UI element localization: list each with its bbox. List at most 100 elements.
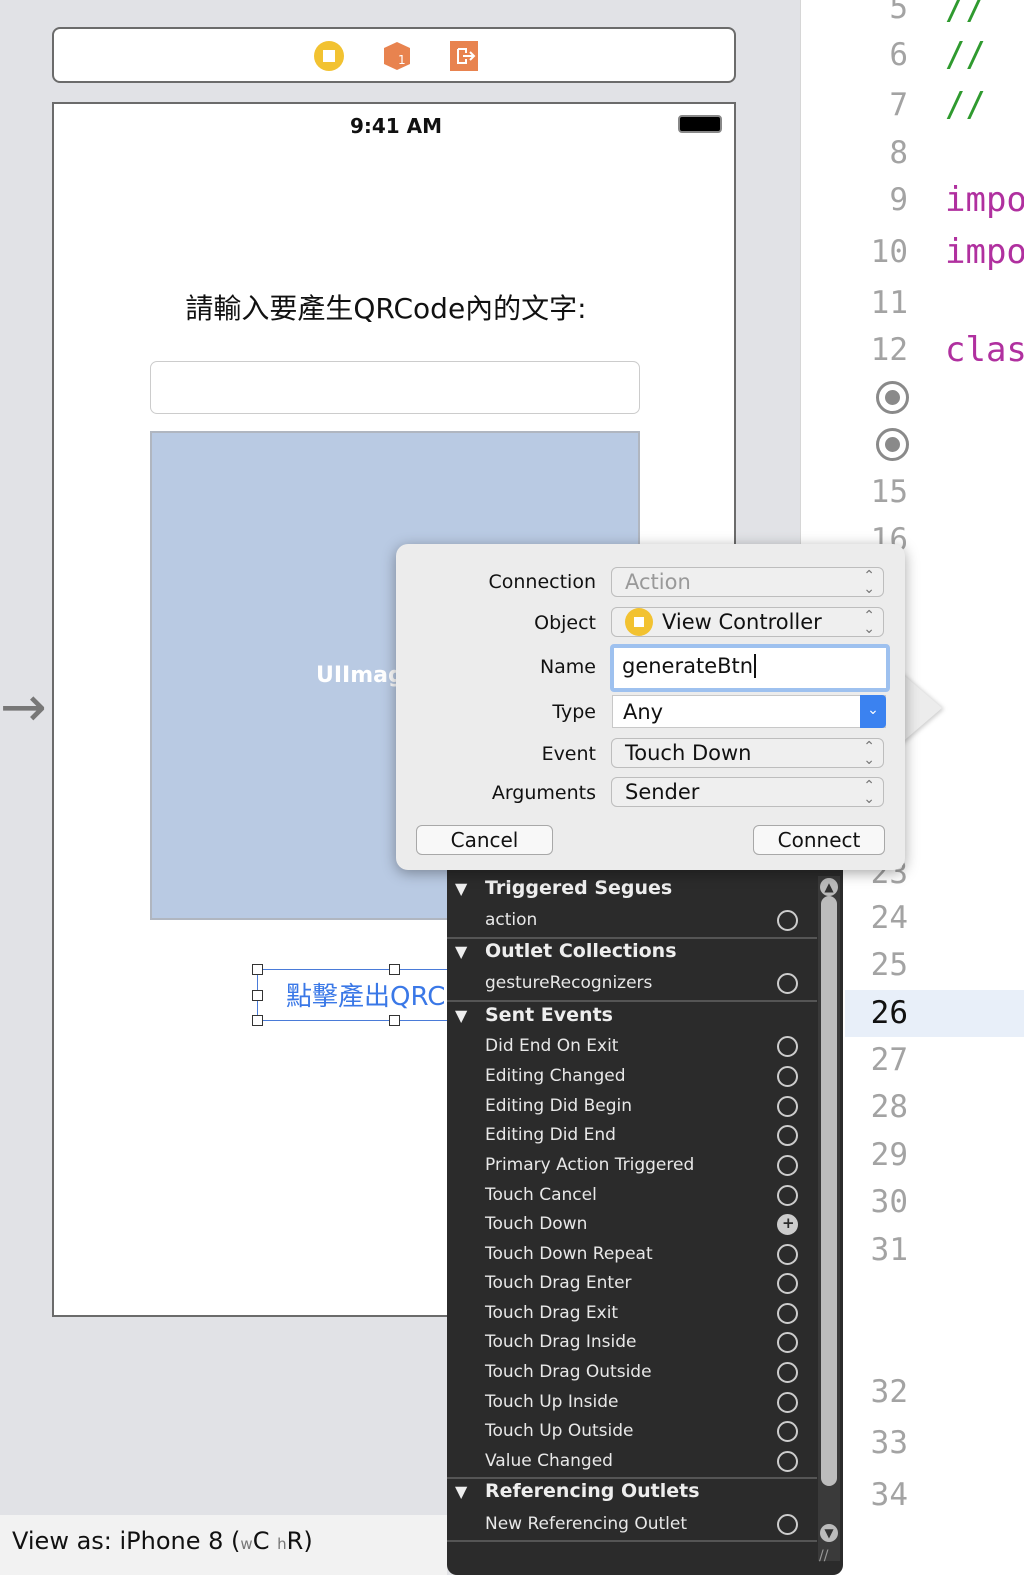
arguments-value: Sender: [625, 780, 700, 804]
hud-connection-row[interactable]: gestureRecognizers: [447, 969, 817, 998]
disclosure-triangle-icon[interactable]: ▼: [455, 1001, 467, 1030]
prompt-label[interactable]: 請輸入要產生QRCode內的文字:: [54, 287, 718, 327]
name-value: generateBtn: [622, 654, 754, 678]
hud-row-label: New Referencing Outlet: [485, 1514, 687, 1534]
connection-circle-icon[interactable]: [777, 1362, 798, 1383]
height-class: R: [286, 1527, 304, 1555]
type-combobox[interactable]: Any ⌄: [612, 695, 886, 728]
hud-connection-row[interactable]: Touch Down: [447, 1209, 817, 1239]
hud-connection-row[interactable]: Editing Did End: [447, 1121, 817, 1150]
resize-handle[interactable]: [252, 964, 263, 975]
connected-circle-icon[interactable]: [777, 1209, 798, 1238]
connection-circle-icon[interactable]: [777, 1392, 798, 1413]
hud-connection-row[interactable]: Editing Did Begin: [447, 1092, 817, 1121]
scroll-up-arrow-icon[interactable]: ▲: [820, 878, 838, 896]
hud-section-header[interactable]: ▼ Referencing Outlets: [447, 1477, 817, 1506]
connection-circle-icon[interactable]: [777, 1096, 798, 1117]
hud-scrollbar[interactable]: ▲ ▼: [818, 876, 840, 1561]
connection-circle-icon[interactable]: [777, 910, 798, 931]
connection-circle-icon[interactable]: [777, 1066, 798, 1087]
hud-connection-row[interactable]: Touch Up Outside: [447, 1417, 817, 1446]
hud-connection-row[interactable]: Touch Drag Inside: [447, 1328, 817, 1357]
view-controller-icon[interactable]: [313, 40, 345, 72]
cancel-button[interactable]: Cancel: [416, 825, 553, 855]
outlet-connected-icon[interactable]: [876, 428, 909, 461]
view-as-bar[interactable]: View as: iPhone 8 (wC hR): [0, 1515, 447, 1575]
hud-connection-row[interactable]: Touch Drag Enter: [447, 1269, 817, 1298]
hud-connection-row[interactable]: Touch Up Inside: [447, 1388, 817, 1417]
code-line[interactable]: clas: [945, 330, 1024, 370]
disclosure-triangle-icon[interactable]: ▼: [455, 874, 467, 903]
dropdown-chevron-icon[interactable]: ⌄: [860, 695, 886, 728]
line-number: 6: [889, 37, 908, 73]
resize-handle[interactable]: [252, 990, 263, 1001]
hud-connection-row[interactable]: New Referencing Outlet: [447, 1510, 817, 1539]
event-select[interactable]: Touch Down ⌃ ⌄: [611, 738, 884, 768]
connection-circle-icon[interactable]: [777, 1185, 798, 1206]
hud-connection-row[interactable]: Touch Drag Exit: [447, 1299, 817, 1328]
hud-row-label: Sent Events: [485, 1004, 613, 1026]
code-line[interactable]: //: [945, 85, 986, 125]
hud-connection-row[interactable]: Editing Changed: [447, 1062, 817, 1091]
connect-button[interactable]: Connect: [753, 825, 885, 855]
scrollbar-thumb[interactable]: [821, 896, 837, 1486]
view-controller-icon: [625, 608, 653, 636]
hud-row-label: Touch Up Inside: [485, 1392, 619, 1412]
hud-connection-row[interactable]: Touch Drag Outside: [447, 1358, 817, 1387]
first-responder-icon[interactable]: 1: [382, 40, 412, 72]
resize-handle[interactable]: [389, 1015, 400, 1026]
line-number: 29: [870, 1137, 908, 1173]
hud-connection-row[interactable]: Did End On Exit: [447, 1032, 817, 1061]
name-input[interactable]: generateBtn: [610, 644, 890, 692]
object-value: View Controller: [662, 610, 822, 634]
connection-circle-icon[interactable]: [777, 1514, 798, 1535]
view-as-suffix: ): [303, 1527, 313, 1555]
connection-circle-icon[interactable]: [777, 1125, 798, 1146]
connection-circle-icon[interactable]: [777, 1036, 798, 1057]
updown-chevron-icon: ⌃ ⌄: [863, 568, 875, 597]
code-line[interactable]: //: [945, 0, 986, 28]
connection-circle-icon[interactable]: [777, 1303, 798, 1324]
event-label: Event: [541, 743, 596, 765]
hud-section-header[interactable]: ▼ Sent Events: [447, 1001, 817, 1030]
code-line[interactable]: impo: [945, 232, 1024, 272]
hud-connection-row[interactable]: Value Changed: [447, 1447, 817, 1476]
resize-grip-icon[interactable]: //: [819, 1548, 828, 1564]
hud-section-header[interactable]: ▼ Triggered Segues: [447, 874, 817, 903]
resize-handle[interactable]: [252, 1015, 263, 1026]
line-number: 27: [870, 1042, 908, 1078]
disclosure-triangle-icon[interactable]: ▼: [455, 937, 467, 966]
code-line[interactable]: //: [945, 35, 986, 75]
hud-section-header[interactable]: ▼ Outlet Collections: [447, 937, 817, 966]
hud-connection-row[interactable]: action: [447, 906, 817, 935]
code-line[interactable]: impo: [945, 180, 1024, 220]
connection-circle-icon[interactable]: [777, 1244, 798, 1265]
hud-connection-row[interactable]: Touch Down Repeat: [447, 1240, 817, 1269]
connection-circle-icon[interactable]: [777, 1451, 798, 1472]
disclosure-triangle-icon[interactable]: ▼: [455, 1477, 467, 1506]
connection-circle-icon[interactable]: [777, 1155, 798, 1176]
entry-point-arrow-icon[interactable]: →: [0, 680, 47, 736]
hud-connection-row[interactable]: Touch Cancel: [447, 1181, 817, 1210]
connection-select[interactable]: Action ⌃ ⌄: [611, 567, 884, 597]
hud-row-label: Editing Changed: [485, 1066, 626, 1086]
exit-icon[interactable]: [449, 40, 479, 72]
arguments-select[interactable]: Sender ⌃ ⌄: [611, 777, 884, 807]
generate-button[interactable]: 點擊產出QRC: [286, 976, 445, 1013]
text-field[interactable]: [150, 361, 640, 414]
connection-circle-icon[interactable]: [777, 1332, 798, 1353]
scroll-down-arrow-icon[interactable]: ▼: [820, 1524, 838, 1542]
object-select[interactable]: View Controller ⌃ ⌄: [611, 607, 884, 637]
hud-row-label: Value Changed: [485, 1451, 613, 1471]
line-number: 10: [870, 234, 908, 270]
hud-row-label: Touch Drag Enter: [485, 1273, 632, 1293]
hud-connection-row[interactable]: Primary Action Triggered: [447, 1151, 817, 1180]
connection-circle-icon[interactable]: [777, 1421, 798, 1442]
scene-dock: 1: [52, 27, 736, 83]
resize-handle[interactable]: [389, 964, 400, 975]
outlet-connected-icon[interactable]: [876, 381, 909, 414]
connection-circle-icon[interactable]: [777, 1273, 798, 1294]
connection-circle-icon[interactable]: [777, 973, 798, 994]
divider: [447, 1540, 817, 1542]
height-class-prefix: h: [277, 1535, 287, 1553]
